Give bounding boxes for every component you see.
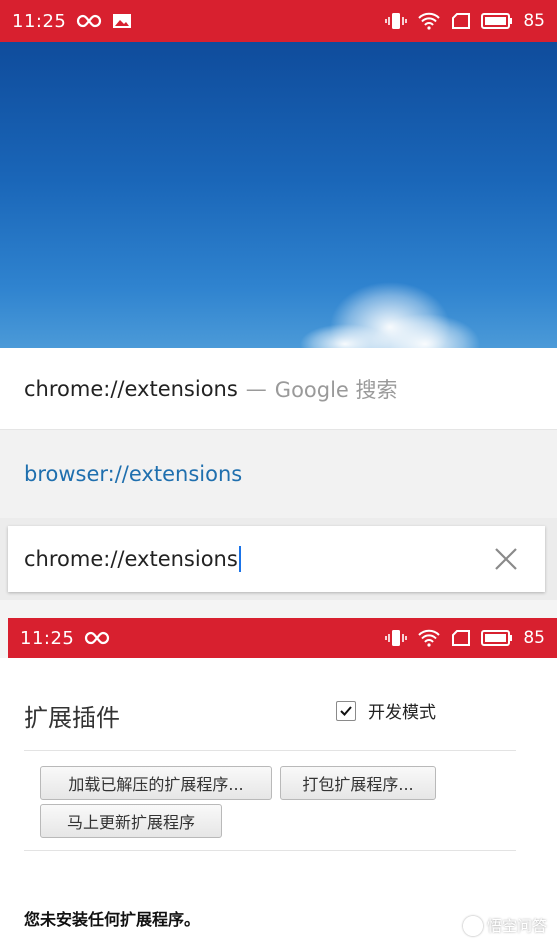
vibrate-icon	[385, 11, 408, 31]
suggestion-dash: —	[245, 376, 267, 401]
checkmark-icon	[340, 705, 352, 716]
status-bar-top: 11:25 85	[0, 0, 557, 42]
sim-card-icon	[451, 629, 471, 647]
omnibox-suggestion-url[interactable]: browser://extensions	[0, 430, 557, 518]
sky-background-image	[0, 42, 557, 348]
wifi-icon	[417, 12, 441, 30]
omnibox-input[interactable]: chrome://extensions	[8, 526, 545, 592]
battery-level: 85	[523, 628, 545, 648]
text-caret	[238, 546, 241, 572]
divider	[24, 850, 516, 851]
extensions-page: 扩展插件 开发模式 加载已解压的扩展程序... 打包扩展程序... 马上更新扩展…	[0, 658, 557, 940]
suggestion-engine: Google 搜索	[274, 377, 398, 402]
omnibox-container: chrome://extensions	[0, 518, 557, 600]
battery-icon	[481, 12, 513, 30]
status-time: 11:25	[12, 10, 67, 32]
suggestion-url-text: browser://extensions	[24, 462, 243, 486]
image-icon	[112, 13, 132, 29]
wifi-icon	[417, 629, 441, 647]
pack-extension-button[interactable]: 打包扩展程序...	[280, 766, 436, 800]
watermark-text: 悟空问答	[486, 917, 547, 935]
clear-icon[interactable]	[493, 546, 519, 572]
watermark: 悟空问答	[462, 915, 547, 936]
battery-level: 85	[523, 11, 545, 31]
omnibox-suggestion-search[interactable]: chrome://extensions — Google 搜索	[0, 348, 557, 430]
update-extensions-button[interactable]: 马上更新扩展程序	[40, 804, 222, 838]
status-bar-bottom: 11:25 85	[8, 618, 557, 658]
infinity-icon	[76, 14, 102, 28]
page-title: 扩展插件	[24, 704, 120, 732]
infinity-icon	[84, 631, 110, 645]
load-unpacked-button[interactable]: 加载已解压的扩展程序...	[40, 766, 272, 800]
vibrate-icon	[385, 628, 408, 648]
battery-icon	[481, 629, 513, 647]
empty-state-message: 您未安装任何扩展程序。	[24, 910, 201, 929]
status-time: 11:25	[20, 627, 75, 649]
omnibox-input-value: chrome://extensions	[24, 547, 238, 571]
developer-mode-toggle[interactable]: 开发模式	[336, 698, 436, 723]
sim-card-icon	[451, 12, 471, 30]
screenshot-collage: 11:25 85 chrome://extensions — Google 搜索…	[0, 0, 557, 940]
divider	[24, 750, 516, 751]
watermark-logo-icon	[462, 915, 483, 936]
suggestion-query: chrome://extensions	[24, 376, 238, 401]
developer-mode-checkbox[interactable]	[336, 700, 356, 721]
developer-mode-label: 开发模式	[368, 703, 436, 723]
